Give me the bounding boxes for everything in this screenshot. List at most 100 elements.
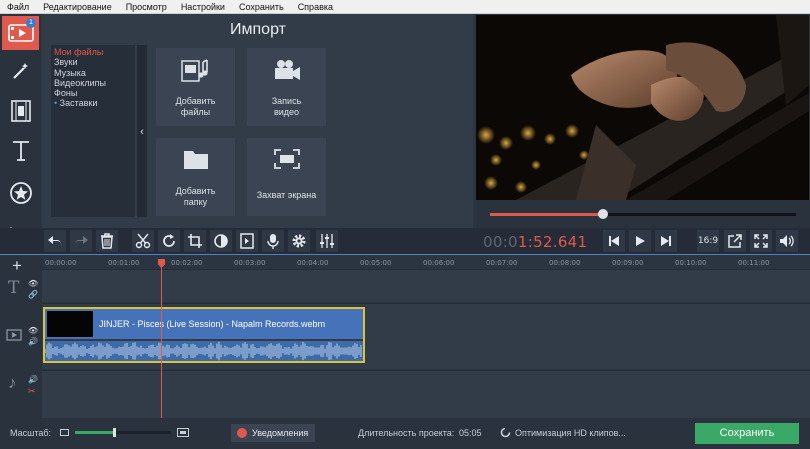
category-intros-label: Заставки — [59, 98, 98, 109]
crop-button[interactable] — [184, 230, 206, 252]
media-files-icon — [180, 59, 208, 82]
film-strip-icon — [10, 100, 31, 122]
timecode-display: 00:01:52.641 — [483, 233, 587, 251]
ruler-tick: 00:00:00 — [45, 259, 77, 267]
zoom-slider-fill — [75, 431, 115, 434]
add-folder-tile[interactable]: Добавить папку — [156, 138, 235, 216]
unlink-icon[interactable]: ✂ — [28, 386, 36, 397]
cut-button[interactable] — [132, 230, 154, 252]
track-headers: + T 👁 🔗 👁 🔊 ♪ 🔊 ✂ — [0, 256, 42, 418]
category-my-files[interactable]: Мои файлы — [51, 47, 135, 57]
preview-frame-image — [476, 15, 809, 200]
scale-label: Масштаб: — [10, 428, 52, 438]
import-tool-button[interactable]: 1 — [2, 16, 39, 50]
video-track-icon — [6, 329, 22, 341]
ruler-tick: 00:02:00 — [171, 259, 203, 267]
video-clip[interactable]: JINJER - Pisces (Live Session) - Napalm … — [43, 307, 365, 363]
record-video-tile[interactable]: Запись видео — [247, 48, 326, 126]
category-intros[interactable]: • Заставки — [51, 98, 135, 108]
category-sounds[interactable]: Звуки — [51, 57, 135, 67]
menu-bar: Файл Редактирование Просмотр Настройки С… — [0, 0, 810, 14]
video-eye-icon[interactable]: 👁 — [28, 326, 38, 335]
zoom-slider-knob[interactable] — [113, 428, 116, 437]
time-ruler[interactable]: 00:00:00 00:01:00 00:02:00 00:03:00 00:0… — [42, 256, 810, 269]
zoom-slider[interactable] — [75, 428, 171, 437]
fullscreen-icon — [754, 234, 768, 248]
detach-preview-button[interactable] — [724, 230, 746, 252]
ruler-tick: 00:08:00 — [549, 259, 581, 267]
save-button[interactable]: Сохранить — [695, 423, 799, 444]
menu-edit[interactable]: Редактирование — [36, 2, 119, 12]
menu-save[interactable]: Сохранить — [232, 2, 291, 12]
play-button[interactable] — [629, 230, 651, 252]
import-panel: Импорт Мои файлы Звуки Музыка Видеоклипы… — [42, 14, 473, 254]
ruler-tick: 00:06:00 — [423, 259, 455, 267]
undo-button[interactable] — [44, 230, 66, 252]
collapse-arrow-icon[interactable]: ‹ — [137, 124, 147, 140]
titles-button[interactable] — [2, 134, 39, 168]
link-icon[interactable]: 🔗 — [28, 290, 38, 299]
video-volume-icon[interactable]: 🔊 — [28, 337, 38, 346]
stickers-button[interactable] — [2, 176, 39, 210]
waveform-graphic — [44, 341, 362, 361]
next-frame-button[interactable] — [655, 230, 677, 252]
volume-button[interactable] — [776, 230, 798, 252]
music-volume-icon[interactable]: 🔊 — [28, 375, 38, 384]
notifications-label: Уведомления — [252, 428, 309, 438]
menu-view[interactable]: Просмотр — [119, 2, 174, 12]
ruler-tick: 00:05:00 — [360, 259, 392, 267]
trash-icon — [101, 233, 113, 249]
menu-help[interactable]: Справка — [291, 2, 340, 12]
record-audio-button[interactable] — [262, 230, 284, 252]
redo-icon — [74, 236, 88, 247]
import-title: Импорт — [230, 21, 286, 38]
add-files-label: Добавить файлы — [175, 96, 216, 117]
notifications-button[interactable]: Уведомления — [231, 424, 315, 442]
playhead-line[interactable] — [161, 260, 162, 418]
record-video-label: Запись видео — [271, 96, 302, 117]
rotate-icon — [163, 234, 175, 247]
optimization-status: Оптимизация HD клипов... — [515, 428, 626, 438]
color-adjust-button[interactable] — [210, 230, 232, 252]
ruler-tick: 00:10:00 — [675, 259, 707, 267]
ruler-tick: 00:07:00 — [486, 259, 518, 267]
crop-icon — [188, 234, 202, 248]
transitions-button[interactable] — [2, 94, 39, 128]
category-backgrounds[interactable]: Фоны — [51, 88, 135, 98]
menu-file[interactable]: Файл — [0, 2, 36, 12]
folder-icon — [183, 151, 208, 169]
zoom-out-icon[interactable] — [60, 429, 69, 436]
add-folder-label: Добавить папку — [175, 186, 216, 207]
equalizer-button[interactable] — [316, 230, 338, 252]
zoom-in-icon[interactable] — [177, 428, 189, 437]
clip-properties-icon — [240, 233, 254, 249]
clip-name: JINJER - Pisces (Live Session) - Napalm … — [99, 319, 326, 329]
clip-properties-button[interactable] — [236, 230, 258, 252]
fullscreen-button[interactable] — [750, 230, 772, 252]
settings-button[interactable] — [288, 230, 310, 252]
category-video-clips[interactable]: Видеоклипы — [51, 78, 135, 88]
menu-settings[interactable]: Настройки — [174, 2, 232, 12]
video-preview[interactable]: ? — [476, 15, 809, 200]
redo-button[interactable] — [70, 230, 92, 252]
add-track-icon[interactable]: + — [12, 256, 22, 276]
contrast-icon — [214, 234, 228, 248]
screen-capture-tile[interactable]: Захват экрана — [247, 138, 326, 216]
category-music[interactable]: Музыка — [51, 68, 135, 78]
title-track[interactable] — [42, 269, 810, 302]
playback-progress-bar[interactable] — [490, 209, 796, 219]
undo-icon — [48, 236, 62, 247]
aspect-ratio-button[interactable]: 16:9 — [697, 230, 719, 252]
delete-button[interactable] — [96, 230, 118, 252]
eye-icon[interactable]: 👁 — [28, 279, 38, 288]
music-track[interactable] — [42, 370, 810, 418]
playback-progress-knob[interactable] — [598, 209, 609, 219]
screen-capture-label: Захват экрана — [256, 190, 317, 200]
skip-forward-icon — [661, 236, 671, 246]
microphone-icon — [267, 234, 279, 249]
prev-frame-button[interactable] — [603, 230, 625, 252]
add-files-tile[interactable]: Добавить файлы — [156, 48, 235, 126]
rotate-button[interactable] — [158, 230, 180, 252]
magic-wand-button[interactable] — [2, 54, 39, 88]
timecode-bright: 1:52.641 — [517, 233, 588, 251]
